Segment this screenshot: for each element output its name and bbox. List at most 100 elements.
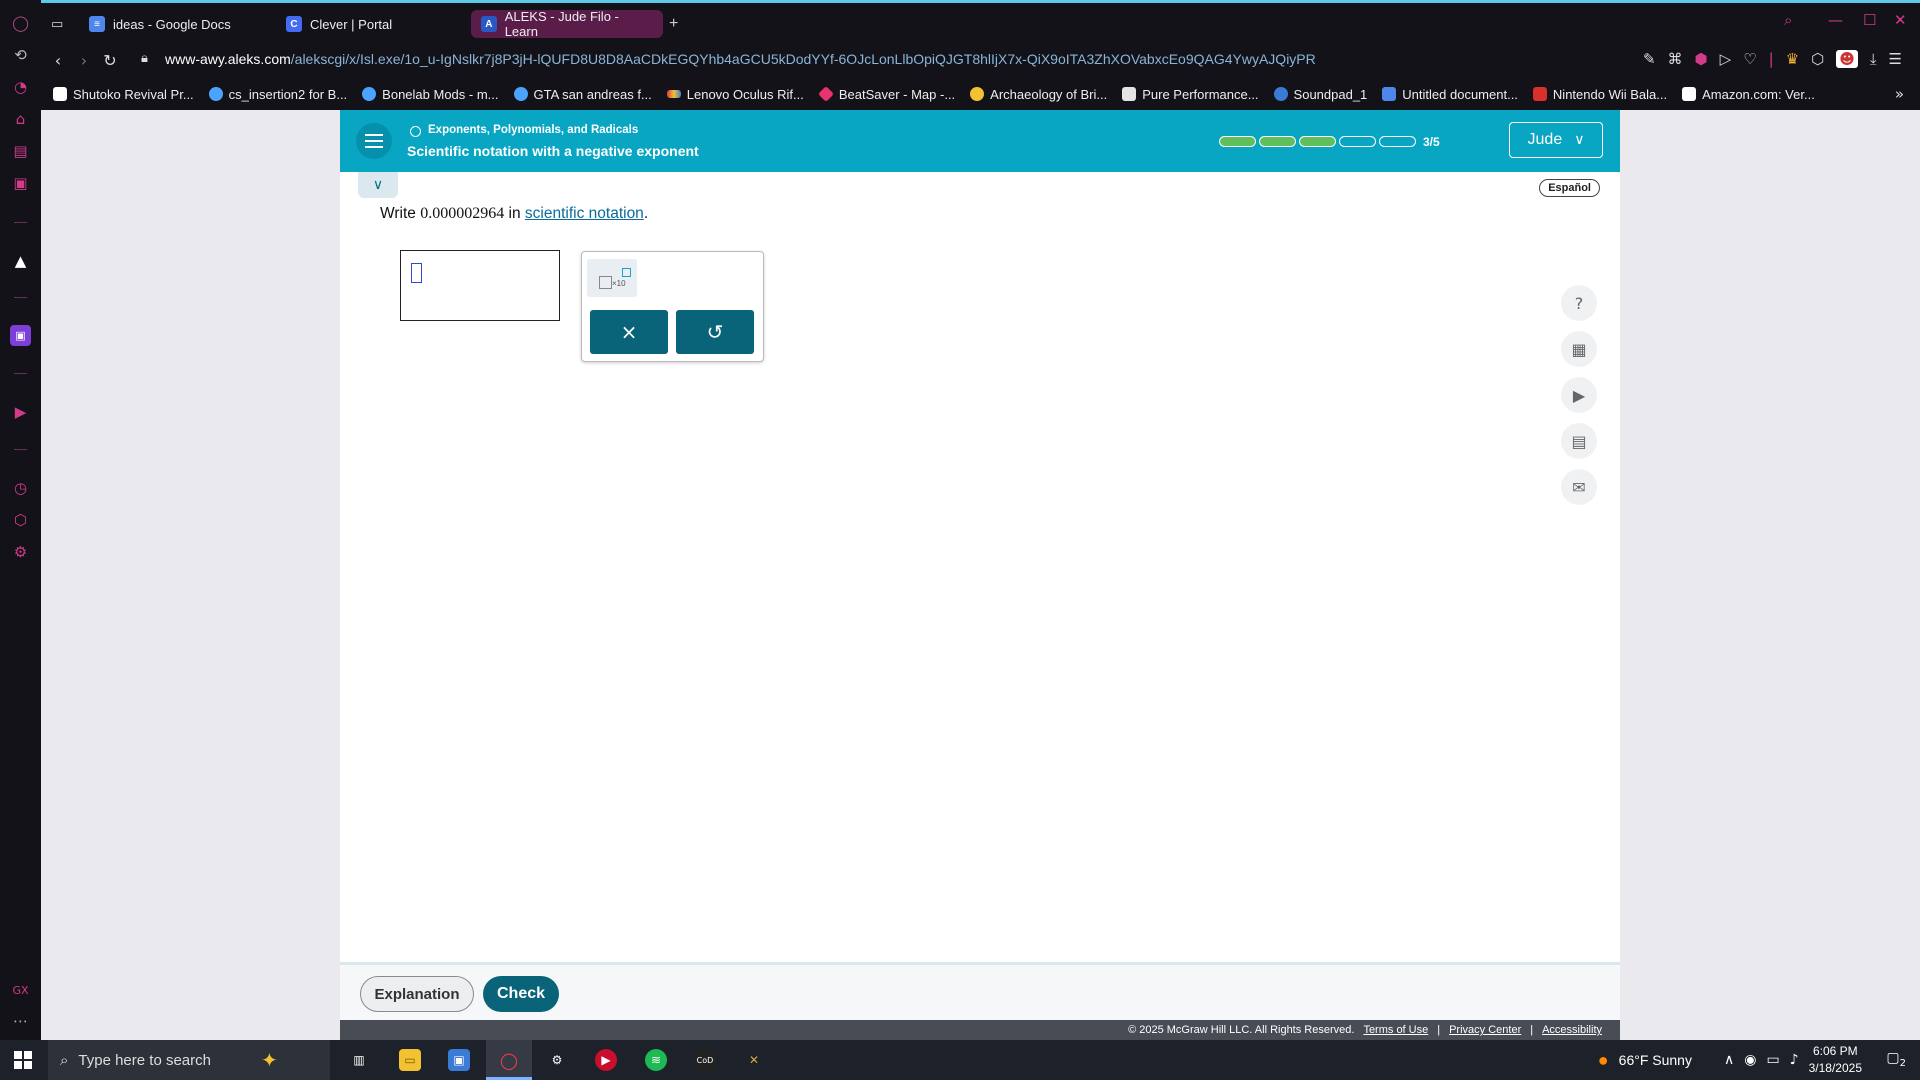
bookmark-label: Shutoko Revival Pr...: [73, 86, 194, 102]
bookmark-item[interactable]: cs_insertion2 for B...: [208, 87, 347, 102]
heart-icon[interactable]: ♡: [1743, 50, 1756, 68]
soundpad-icon: [1273, 87, 1288, 101]
store-icon[interactable]: ▣: [448, 1049, 470, 1071]
bookmark-item[interactable]: Nintendo Wii Bala...: [1532, 86, 1668, 102]
tab-search-icon[interactable]: ⌕: [1784, 11, 1792, 29]
terms-link[interactable]: Terms of Use: [1363, 1024, 1428, 1036]
spotify-icon[interactable]: ≋: [645, 1049, 667, 1071]
progress-segment: [1219, 136, 1256, 147]
profile-icon[interactable]: ☻: [1836, 50, 1858, 68]
extensions-box-icon[interactable]: ⬡: [1811, 50, 1824, 68]
textbook-icon[interactable]: ▤: [1561, 423, 1597, 459]
collapse-toggle[interactable]: ∨: [358, 172, 398, 198]
bookmark-item[interactable]: Bonelab Mods - m...: [362, 87, 499, 102]
send-icon[interactable]: ▷: [1720, 50, 1732, 68]
message-icon[interactable]: ✉: [1561, 469, 1597, 505]
back-icon[interactable]: ‹: [45, 51, 71, 70]
browser-sidebar: ◯ ⟲ ◔ ⌂ ▤ ▣ ▲ ▣ ▶ ◷ ⬡ ⚙ GX ⋯: [0, 0, 41, 1040]
check-button[interactable]: Check: [483, 976, 559, 1012]
calculator-icon[interactable]: ▦: [1561, 331, 1597, 367]
aria-icon[interactable]: ◔: [10, 76, 31, 97]
language-toggle[interactable]: Español: [1539, 179, 1600, 197]
game-icon[interactable]: ✕: [743, 1049, 765, 1071]
menu-button[interactable]: [356, 123, 392, 159]
reload-icon[interactable]: ↻: [97, 51, 123, 70]
page-icon: [1122, 87, 1137, 101]
bookmark-item[interactable]: Pure Performance...: [1122, 86, 1259, 102]
url-field[interactable]: www-awy.aleks.com/alekscgi/x/Isl.exe/1o_…: [165, 51, 1316, 67]
hexagon-icon: [970, 87, 985, 101]
bookmark-item[interactable]: Untitled document...: [1382, 87, 1518, 102]
answer-input[interactable]: [400, 250, 560, 321]
menu-icon[interactable]: ☰: [1889, 50, 1902, 68]
bookmark-item[interactable]: GTA san andreas f...: [513, 87, 652, 102]
media-player-icon[interactable]: ▶: [595, 1049, 617, 1071]
bookmark-label: Archaeology of Bri...: [990, 86, 1108, 102]
forward-icon[interactable]: ›: [71, 51, 97, 70]
weather-text[interactable]: 66°F Sunny: [1619, 1052, 1692, 1068]
player-icon[interactable]: ▶: [10, 401, 31, 422]
close-icon[interactable]: ✕: [1894, 11, 1907, 29]
minimize-icon[interactable]: —: [1828, 11, 1843, 29]
settings-icon[interactable]: ⚙: [10, 541, 31, 562]
browser-toolbar: ✎ ⌘ ⬢ ▷ ♡ | ♛ ⬡ ☻ ⤓ ☰: [1643, 50, 1902, 68]
clock[interactable]: 6:06 PM 3/18/2025: [1809, 1043, 1862, 1077]
shield-icon[interactable]: ⬢: [1695, 50, 1708, 68]
extensions-icon[interactable]: ⬡: [10, 509, 31, 530]
new-tab-button[interactable]: +: [663, 10, 684, 38]
bookmark-item[interactable]: Archaeology of Bri...: [970, 87, 1107, 102]
bookmark-label: Nintendo Wii Bala...: [1552, 86, 1668, 102]
tab-aleks[interactable]: A ALEKS - Jude Filo - Learn: [471, 9, 663, 39]
sync-icon[interactable]: ⟲: [10, 44, 31, 65]
scientific-notation-link[interactable]: scientific notation: [525, 205, 644, 222]
camera-icon[interactable]: ⌘: [1668, 50, 1683, 68]
scientific-notation-key[interactable]: ×10: [587, 259, 637, 297]
rewards-icon[interactable]: ♛: [1786, 50, 1799, 68]
more-icon[interactable]: ⋯: [10, 1010, 31, 1031]
gx-icon[interactable]: GX: [10, 980, 31, 1001]
vr-app-icon[interactable]: ⚙: [546, 1049, 568, 1071]
notifications-icon[interactable]: ▢2: [1886, 1050, 1906, 1069]
windows-start-icon[interactable]: [14, 1051, 32, 1069]
opera-logo-icon[interactable]: ◯: [10, 12, 31, 33]
bookmark-item[interactable]: BeatSaver - Map -...: [817, 86, 955, 102]
bookmark-item[interactable]: Amazon.com: Ver...: [1682, 87, 1815, 102]
lenovo-icon: [666, 90, 681, 98]
maximize-icon[interactable]: ☐: [1863, 11, 1876, 29]
network-icon[interactable]: ▭: [1766, 1052, 1779, 1068]
opera-gx-icon[interactable]: ◯: [498, 1049, 520, 1071]
workspace-icon[interactable]: ▭: [47, 10, 67, 38]
taskbar-search[interactable]: ⌕ Type here to search ✦: [48, 1040, 330, 1080]
docs-icon: ≡: [89, 16, 105, 32]
accessibility-link[interactable]: Accessibility: [1542, 1024, 1602, 1036]
bookmarks-overflow-icon[interactable]: »: [1895, 85, 1904, 103]
user-menu-button[interactable]: Jude ∨: [1509, 122, 1603, 158]
bookmark-item[interactable]: Shutoko Revival Pr...: [53, 87, 194, 102]
tab-google-docs[interactable]: ≡ ideas - Google Docs: [79, 10, 269, 38]
undo-button[interactable]: ↺: [676, 310, 754, 354]
task-view-icon[interactable]: ▥: [348, 1049, 370, 1071]
help-icon[interactable]: ?: [1561, 285, 1597, 321]
messenger-icon[interactable]: ▣: [10, 172, 31, 193]
bookmark-item[interactable]: Soundpad_1: [1273, 87, 1367, 102]
privacy-link[interactable]: Privacy Center: [1449, 1024, 1521, 1036]
history-icon[interactable]: ◷: [10, 477, 31, 498]
call-of-duty-icon[interactable]: CoD: [694, 1049, 716, 1071]
speed-dial-icon[interactable]: ▤: [10, 140, 31, 161]
chevron-up-icon[interactable]: ∧: [1724, 1052, 1734, 1068]
vpn-icon[interactable]: ▲: [10, 250, 31, 271]
clear-button[interactable]: ×: [590, 310, 668, 354]
video-icon[interactable]: ▶: [1561, 377, 1597, 413]
explanation-button[interactable]: Explanation: [360, 976, 474, 1012]
bookmark-label: Pure Performance...: [1142, 86, 1259, 102]
bookmark-item[interactable]: Lenovo Oculus Rif...: [666, 87, 804, 102]
twitch-icon[interactable]: ▣: [10, 325, 31, 346]
tab-strip: ▭ ≡ ideas - Google Docs C Clever | Porta…: [41, 0, 1920, 42]
volume-icon[interactable]: ♪: [1790, 1052, 1799, 1068]
file-explorer-icon[interactable]: ▭: [399, 1049, 421, 1071]
edit-icon[interactable]: ✎: [1643, 50, 1656, 68]
webcam-icon[interactable]: ◉: [1744, 1052, 1756, 1068]
crypto-wallet-icon[interactable]: ⌂: [10, 108, 31, 129]
download-icon[interactable]: ⤓: [1870, 50, 1877, 68]
tab-clever-portal[interactable]: C Clever | Portal: [276, 10, 466, 38]
